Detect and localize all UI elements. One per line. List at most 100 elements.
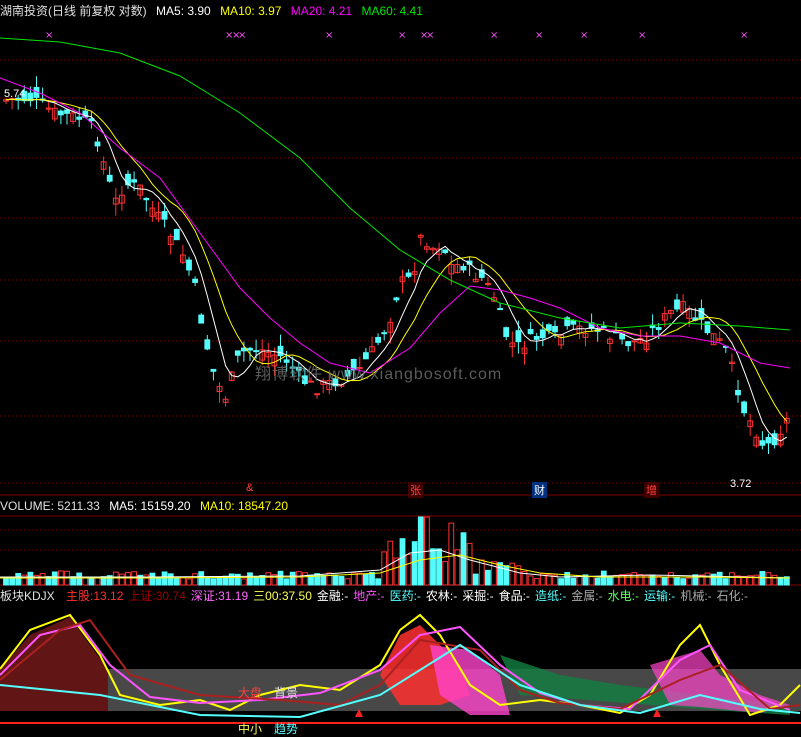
kdj-item-11: 金属:- bbox=[571, 589, 603, 603]
volume-bar bbox=[777, 576, 784, 586]
kdj-item-12: 水电:- bbox=[607, 589, 639, 603]
volume-bar bbox=[558, 578, 565, 586]
volume-bar bbox=[295, 571, 302, 586]
volume-bar bbox=[442, 561, 449, 586]
volume-bar bbox=[192, 573, 198, 586]
volume-bar bbox=[326, 572, 333, 586]
volume-bar bbox=[39, 572, 46, 586]
volume-bar bbox=[661, 577, 668, 586]
signal-marker: × bbox=[45, 30, 53, 41]
volume-bar bbox=[375, 578, 382, 586]
volume-bar bbox=[436, 548, 443, 586]
ma20-value: MA20: 4.21 bbox=[290, 4, 353, 18]
candle bbox=[253, 350, 259, 353]
candle bbox=[546, 324, 552, 331]
legend-zhongxiao: 中小 bbox=[238, 722, 263, 736]
ma10-value: MA10: 3.97 bbox=[220, 4, 282, 18]
volume-bar bbox=[265, 572, 272, 586]
volume-bar bbox=[491, 561, 497, 586]
event-marker-2[interactable]: 张 bbox=[408, 482, 423, 498]
signal-marker: × bbox=[426, 30, 434, 41]
volume-bar bbox=[180, 576, 186, 586]
candle bbox=[198, 314, 205, 324]
candle bbox=[655, 327, 662, 330]
event-marker-1[interactable]: & bbox=[244, 482, 255, 494]
volume-bar bbox=[173, 577, 180, 586]
volume-bar bbox=[729, 572, 735, 586]
legend-dapan: 大盘 bbox=[238, 686, 263, 700]
volume-bar bbox=[344, 578, 351, 586]
volume-bar bbox=[680, 578, 687, 586]
candle bbox=[765, 436, 772, 444]
volume-bar bbox=[570, 577, 577, 586]
volume-bar bbox=[149, 572, 156, 586]
volume-bar bbox=[125, 572, 131, 586]
legend-beijing: 背景 bbox=[274, 686, 299, 700]
volume-bar bbox=[600, 570, 607, 586]
candle bbox=[210, 368, 217, 372]
ma60-line bbox=[0, 37, 791, 331]
candle bbox=[515, 330, 522, 343]
volume-bar bbox=[637, 574, 644, 586]
kdj-chart[interactable] bbox=[0, 605, 801, 736]
kdj-item-8: 采掘:- bbox=[462, 589, 494, 603]
signal-marker: × bbox=[238, 30, 246, 41]
volume-bar bbox=[228, 573, 235, 586]
volume-bar bbox=[497, 562, 504, 586]
volume-bar bbox=[686, 577, 693, 586]
candle bbox=[497, 308, 504, 311]
volume-bar bbox=[674, 576, 680, 586]
candle bbox=[375, 336, 382, 343]
volume-bar bbox=[210, 578, 217, 586]
volume-bar bbox=[411, 541, 418, 586]
volume-bar bbox=[314, 573, 321, 586]
volume-bar bbox=[485, 569, 491, 586]
volume-bar bbox=[405, 554, 412, 586]
price-chart[interactable]: × ××× × × ×× × × × × × bbox=[0, 18, 801, 496]
candle bbox=[247, 347, 253, 351]
signal-marker: × bbox=[535, 30, 543, 41]
volume-bar bbox=[253, 576, 259, 586]
volume-bar bbox=[289, 571, 296, 586]
kdj-item-15: 石化:- bbox=[716, 589, 748, 603]
volume-bar bbox=[283, 578, 290, 586]
volume-bar bbox=[668, 572, 674, 586]
candle bbox=[460, 266, 467, 271]
candle bbox=[161, 211, 168, 220]
candle bbox=[186, 259, 192, 271]
candle bbox=[143, 197, 150, 201]
candle bbox=[552, 325, 558, 333]
legend-qiangshi: 趋势 bbox=[274, 722, 299, 736]
watermark: 翔博软件 www.xiangbosoft.com bbox=[255, 366, 503, 383]
volume-bar bbox=[527, 575, 534, 586]
candle bbox=[503, 327, 510, 337]
kdj-item-5: 地产:- bbox=[353, 589, 385, 603]
volume-bar bbox=[704, 572, 711, 586]
volume-bar bbox=[466, 542, 473, 586]
candle bbox=[234, 350, 241, 356]
candle bbox=[58, 110, 64, 116]
candle bbox=[527, 328, 534, 335]
signal-marker: × bbox=[740, 30, 748, 41]
event-marker-3[interactable]: 财 bbox=[532, 482, 547, 498]
volume-bar bbox=[430, 548, 436, 586]
vol-ma10-value: MA10: 18547.20 bbox=[199, 499, 289, 513]
volume-bar bbox=[399, 538, 406, 586]
volume-bar bbox=[753, 574, 760, 586]
volume-bar bbox=[15, 572, 22, 586]
kdj-item-6: 医药:- bbox=[389, 589, 421, 603]
candle bbox=[393, 297, 400, 301]
kdj-item-0: 主股:13.12 bbox=[66, 589, 124, 603]
candle bbox=[759, 440, 766, 446]
candle bbox=[735, 389, 741, 396]
volume-bar bbox=[759, 570, 766, 586]
signal-marker: × bbox=[638, 30, 646, 41]
volume-bar bbox=[112, 571, 119, 586]
volume-bar bbox=[302, 572, 308, 586]
volume-bar bbox=[509, 562, 516, 586]
volume-chart[interactable] bbox=[0, 515, 801, 587]
vol-ma5-value: MA5: 15159.20 bbox=[109, 499, 191, 513]
event-marker-4[interactable]: 增 bbox=[644, 482, 659, 498]
kdj-item-1: 上证:30.74 bbox=[128, 589, 186, 603]
candle bbox=[363, 352, 369, 360]
